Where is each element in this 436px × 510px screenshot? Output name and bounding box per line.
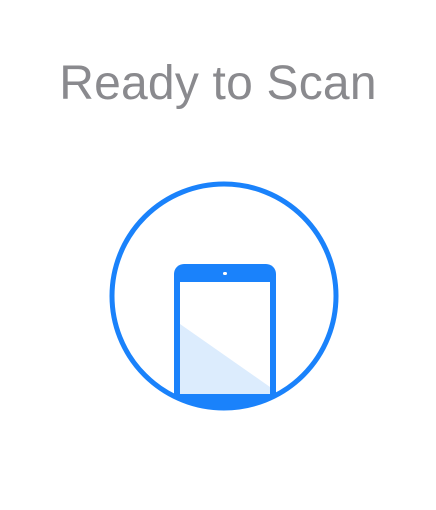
scan-title: Ready to Scan: [59, 57, 377, 110]
phone-camera-dot: [223, 272, 227, 275]
phone-nfc-scan-icon: [109, 181, 339, 411]
phone-scan-illustration: [108, 180, 340, 412]
nfc-scan-sheet: Ready to Scan: [0, 0, 436, 510]
